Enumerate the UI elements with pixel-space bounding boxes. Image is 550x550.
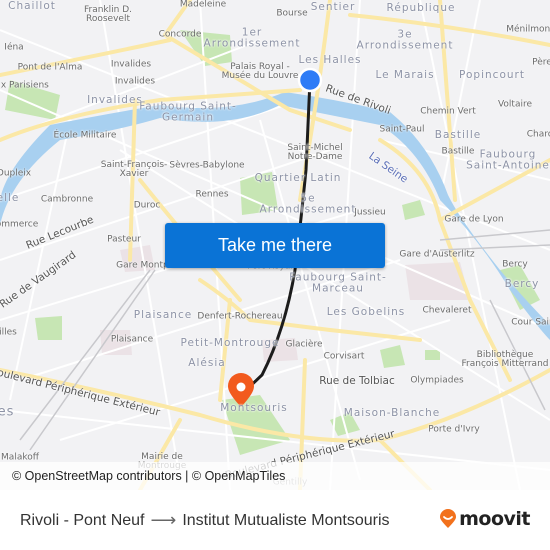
label-grenelle: elle [0, 191, 20, 204]
pin-hole-icon [236, 382, 246, 392]
label-denfert-rochereau: Denfert-Rochereau [197, 311, 283, 322]
label-glaciere: Glacière [285, 339, 323, 350]
label-sevres-babylone: Sèvres-Babylone [169, 160, 245, 171]
label-plaisance-district: Plaisance [133, 308, 193, 321]
label-invalides-district: Invalides [87, 93, 143, 106]
label-saint-paul: Saint-Paul [379, 124, 425, 135]
label-bourse: Bourse [276, 8, 308, 19]
label-bercy-district: Bercy [504, 277, 540, 290]
label-iena: Iéna [4, 42, 24, 53]
label-bercy: Bercy [502, 259, 528, 270]
label-pont-alma: Pont de l'Alma [17, 62, 83, 73]
arrow-right-icon: ⟶ [150, 510, 177, 530]
label-voltaire: Voltaire [497, 99, 533, 110]
label-bastille-district: Bastille [434, 128, 482, 141]
label-bibliotheque: Bibliothèque François Mitterrand [461, 350, 549, 369]
label-sentier: Sentier [310, 0, 356, 13]
label-parisiens: ux Parisiens [0, 80, 49, 91]
label-quartier-latin: Quartier Latin [254, 171, 342, 184]
footer-bar: Rivoli - Pont Neuf ⟶ Institut Mutualiste… [0, 490, 550, 550]
label-charonne: Charo [526, 129, 550, 140]
label-le-marais: Le Marais [375, 68, 435, 81]
label-maison-blanche: Maison-Blanche [343, 406, 441, 419]
route-destination: Institut Mutualiste Montsouris [182, 511, 390, 529]
label-republique: République [386, 1, 456, 14]
map-view[interactable]: Chaillot Franklin D. Roosevelt Madeleine… [0, 0, 550, 490]
moovit-pin-icon [440, 509, 457, 528]
label-jussieu: Jussieu [354, 207, 386, 218]
label-faubourg-saint-germain: Faubourg Saint- Germain [139, 100, 237, 123]
moovit-logo[interactable]: moovit [439, 508, 530, 530]
label-olympiades: Olympiades [410, 375, 464, 386]
label-vanves: es [0, 404, 15, 420]
label-gare-de-lyon: Gare de Lyon [444, 214, 504, 225]
label-pere: Père [532, 57, 550, 68]
map-attribution: © OpenStreetMap contributors | © OpenMap… [0, 462, 550, 490]
label-chemin-vert: Chemin Vert [420, 106, 476, 117]
label-faubourg-saint-marceau: Faubourg Saint- Marceau [289, 271, 387, 294]
label-invalides-2: Invalides [114, 76, 156, 87]
label-plaisance: Plaisance [110, 334, 154, 345]
label-chaillot: Chaillot [8, 0, 56, 12]
label-5e-arrondissement: 5e Arrondissement [259, 192, 357, 215]
label-duroc: Duroc [133, 200, 161, 211]
label-concorde: Concorde [158, 29, 202, 40]
label-saint-francois-xavier: Saint-François- Xavier [100, 160, 168, 179]
label-rue-de-tolbiac: Rue de Tolbiac [319, 374, 395, 387]
label-corvisart: Corvisart [323, 351, 365, 362]
label-rennes: Rennes [195, 189, 229, 200]
label-dupleix: Dupleix [0, 168, 32, 179]
label-madeleine: Madeleine [179, 0, 227, 10]
label-ecole-militaire: École Militaire [53, 130, 117, 141]
label-1er-arrondissement: 1er Arrondissement [203, 26, 301, 49]
label-saint-michel: Saint-Michel Notre-Dame [287, 143, 343, 162]
label-palais-royal: Palais Royal - Musée du Louvre [221, 62, 299, 81]
label-les-halles: Les Halles [298, 53, 362, 66]
label-invalides-1: Invalides [110, 59, 152, 70]
label-pasteur: Pasteur [107, 234, 141, 245]
label-porte-d-ivry: Porte d'Ivry [428, 424, 480, 435]
label-commerce: ommerce [0, 219, 39, 230]
label-montsouris: Montsouris [220, 401, 288, 414]
label-franklin-roosevelt: Franklin D. Roosevelt [83, 5, 133, 24]
label-convention: illes [0, 327, 17, 338]
label-cour-saint-emilion: Cour Sair [511, 317, 550, 328]
route-summary: Rivoli - Pont Neuf ⟶ Institut Mutualiste… [20, 510, 390, 531]
route-origin: Rivoli - Pont Neuf [20, 511, 145, 529]
label-chevaleret: Chevaleret [422, 305, 472, 316]
label-petit-montrouge: Petit-Montrouge [180, 336, 280, 349]
origin-marker[interactable] [297, 67, 323, 93]
label-3e-arrondissement: 3e Arrondissement [356, 28, 454, 51]
label-les-gobelins: Les Gobelins [326, 305, 406, 318]
label-cambronne: Cambronne [40, 194, 94, 205]
label-popincourt: Popincourt [459, 68, 525, 81]
moovit-wordmark: moovit [459, 508, 530, 530]
label-alesia: Alésia [188, 356, 226, 369]
attribution-text: © OpenStreetMap contributors | © OpenMap… [12, 469, 286, 483]
label-gare-austerlitz: Gare d'Austerlitz [399, 249, 475, 260]
take-me-there-button[interactable]: Take me there [165, 223, 385, 268]
label-menilmontant: Ménilmont [506, 24, 550, 35]
label-faubourg-saint-antoine: Faubourg Saint-Antoine [466, 148, 550, 171]
